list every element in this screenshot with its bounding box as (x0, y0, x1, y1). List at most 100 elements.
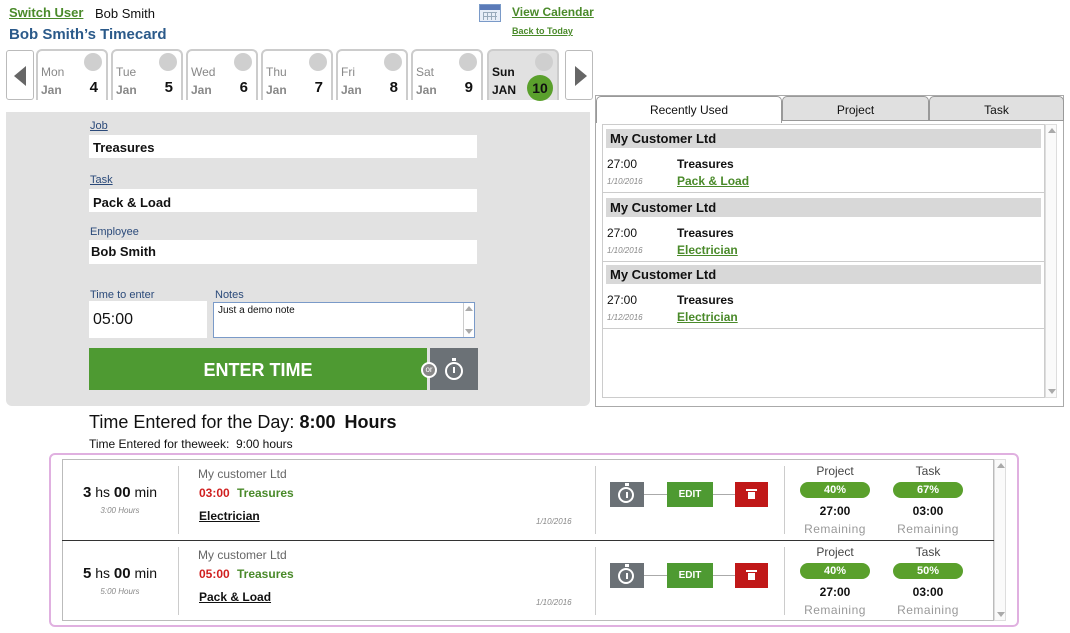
day-number: 4 (89, 79, 98, 96)
recent-task-link[interactable]: Electrician (677, 310, 738, 324)
stopwatch-icon (618, 564, 634, 584)
scroll-down-icon[interactable] (1048, 389, 1056, 394)
day-name: Sat (416, 65, 435, 79)
entry-minutes: 00 (113, 565, 131, 582)
day-total-value: 8:00 (299, 412, 336, 432)
time-entry-row: 5 hs 00 min 5:00 Hours My customer Ltd 0… (62, 540, 994, 620)
job-field[interactable]: Treasures (89, 135, 477, 158)
divider (784, 547, 785, 615)
project-percent-badge: 40% (800, 563, 870, 579)
recent-item[interactable]: My Customer Ltd 27:00 1/12/2016 Treasure… (603, 261, 1045, 329)
entry-minutes: 00 (113, 484, 131, 501)
task-remaining-label: Remaining (897, 603, 959, 617)
scroll-up-icon[interactable] (465, 306, 473, 311)
page-title: Bob Smith’s Timecard (9, 26, 167, 43)
divider (595, 466, 596, 534)
current-user-name: Bob Smith (95, 6, 155, 21)
day-name: Mon (41, 65, 65, 79)
tab-task[interactable]: Task (929, 96, 1064, 121)
divider (178, 466, 179, 534)
day-total-unit: Hours (344, 412, 397, 432)
stopwatch-button[interactable] (430, 348, 478, 390)
task-label[interactable]: Task (90, 174, 113, 186)
time-to-enter-input[interactable]: 05:00 (89, 301, 207, 338)
scroll-up-icon[interactable] (997, 463, 1005, 468)
day-name: Fri (341, 65, 355, 79)
entry-stopwatch-button[interactable] (610, 482, 644, 507)
entry-customer: My customer Ltd (198, 548, 287, 562)
recent-item[interactable]: My Customer Ltd 27:00 1/10/2016 Treasure… (603, 125, 1045, 193)
edit-button[interactable]: EDIT (667, 563, 713, 588)
day-tab-fri[interactable]: Fri Jan 8 (336, 49, 408, 100)
recent-list-scrollbar[interactable] (1045, 124, 1057, 398)
entry-duration-sub: 5:00 Hours (100, 587, 140, 596)
day-tab-thu[interactable]: Thu Jan 7 (261, 49, 333, 100)
entry-project: Treasures (237, 486, 294, 500)
day-month: Jan (191, 83, 212, 97)
day-tab-sun[interactable]: Sun JAN 10 (487, 49, 559, 101)
task-field[interactable]: Pack & Load (89, 189, 477, 212)
day-name: Sun (492, 65, 515, 79)
previous-day-button[interactable] (6, 50, 34, 100)
project-remaining-value: 27:00 (819, 504, 851, 518)
scroll-down-icon[interactable] (997, 612, 1005, 617)
edit-button[interactable]: EDIT (667, 482, 713, 507)
task-stat-label: Task (915, 545, 941, 559)
entry-time: 03:00 (199, 486, 230, 500)
entry-hours-unit: hs (95, 565, 110, 581)
delete-button[interactable] (735, 482, 768, 507)
recent-task-link[interactable]: Pack & Load (677, 174, 749, 188)
entry-task-link[interactable]: Electrician (199, 509, 260, 523)
day-number: 10 (527, 75, 553, 101)
recent-project: Treasures (677, 293, 734, 307)
day-tab-mon[interactable]: Mon Jan 4 (36, 49, 108, 100)
view-calendar-link[interactable]: View Calendar (512, 5, 594, 19)
recent-item[interactable]: My Customer Ltd 27:00 1/10/2016 Treasure… (603, 194, 1045, 262)
back-to-today-link[interactable]: Back to Today (512, 26, 573, 36)
day-total: Time Entered for the Day: 8:00 Hours (89, 412, 397, 433)
entry-date: 1/10/2016 (536, 598, 572, 607)
day-tab-wed[interactable]: Wed Jan 6 (186, 49, 258, 100)
project-percent-badge: 40% (800, 482, 870, 498)
delete-button[interactable] (735, 563, 768, 588)
recent-date: 1/10/2016 (607, 177, 643, 186)
day-tab-tue[interactable]: Tue Jan 5 (111, 49, 183, 100)
scroll-up-icon[interactable] (1048, 128, 1056, 133)
stopwatch-icon (445, 358, 463, 380)
divider (784, 466, 785, 534)
day-status-dot (535, 53, 553, 71)
entry-time: 05:00 (199, 567, 230, 581)
task-percent-badge: 67% (893, 482, 963, 498)
entry-duration: 5 hs 00 min (62, 565, 178, 582)
recent-task-link[interactable]: Electrician (677, 243, 738, 257)
day-status-dot (84, 53, 102, 71)
project-remaining-value: 27:00 (819, 585, 851, 599)
tab-recently-used[interactable]: Recently Used (596, 96, 782, 123)
day-status-dot (234, 53, 252, 71)
entry-duration: 3 hs 00 min (62, 484, 178, 501)
tab-project[interactable]: Project (782, 96, 929, 121)
notes-textarea[interactable]: Just a demo note (213, 302, 475, 338)
task-remaining-value: 03:00 (912, 585, 944, 599)
employee-field[interactable]: Bob Smith (89, 240, 477, 264)
trash-icon (746, 489, 757, 499)
notes-label: Notes (215, 289, 244, 301)
calendar-icon[interactable] (479, 4, 501, 22)
entries-scrollbar[interactable] (994, 459, 1006, 621)
recent-date: 1/12/2016 (607, 313, 643, 322)
entry-stopwatch-button[interactable] (610, 563, 644, 588)
notes-scrollbar[interactable] (463, 303, 474, 337)
job-label[interactable]: Job (90, 120, 108, 132)
stopwatch-icon (618, 483, 634, 503)
day-name: Tue (116, 65, 137, 79)
week-total: Time Entered for theweek: 9:00 hours (89, 437, 293, 451)
day-month: JAN (492, 83, 517, 97)
switch-user-link[interactable]: Switch User (9, 5, 83, 20)
enter-time-button[interactable]: ENTER TIME (89, 348, 427, 390)
entry-task-link[interactable]: Pack & Load (199, 590, 271, 604)
scroll-down-icon[interactable] (465, 329, 473, 334)
day-tab-sat[interactable]: Sat Jan 9 (411, 49, 483, 100)
project-remaining-label: Remaining (804, 603, 866, 617)
next-day-button[interactable] (565, 50, 593, 100)
entry-hours-unit: hs (95, 484, 110, 500)
